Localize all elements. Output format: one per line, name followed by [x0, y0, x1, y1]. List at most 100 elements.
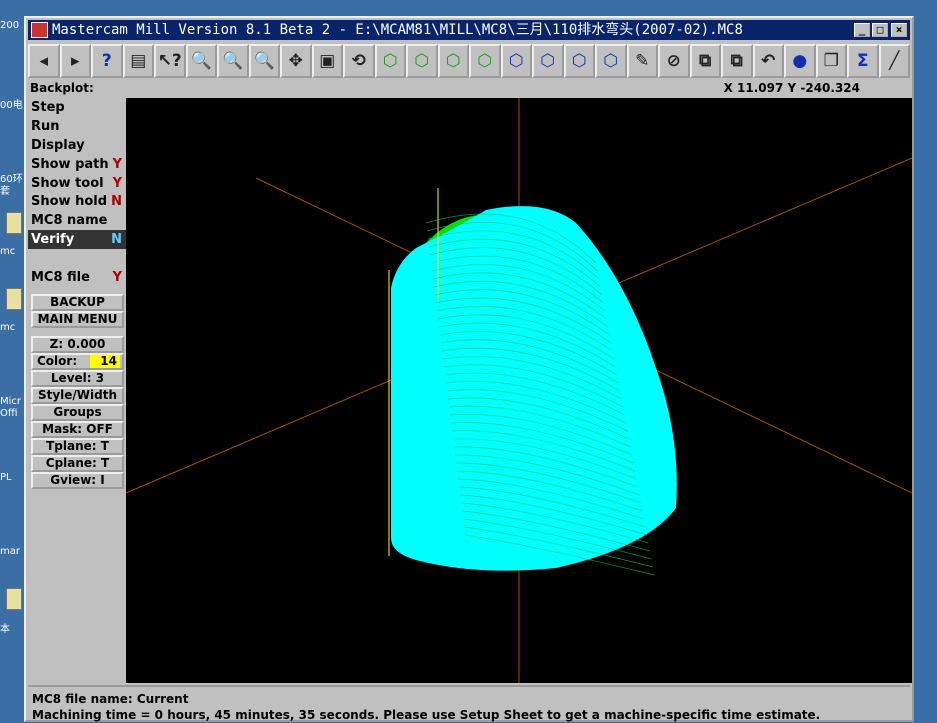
unzoom-icon: 🔍: [253, 51, 275, 71]
main-menu-button[interactable]: MAIN MENU: [31, 310, 124, 328]
sigma-button[interactable]: Σ: [847, 44, 879, 78]
menu-item-value: N: [111, 232, 122, 248]
color-label: Color:: [37, 353, 78, 368]
zoom-window-button[interactable]: 🔍: [185, 44, 217, 78]
cube-blue-1-button[interactable]: ⬡: [500, 44, 532, 78]
no-delete-button[interactable]: ⊘: [658, 44, 690, 78]
unzoom-button[interactable]: 🔍: [248, 44, 280, 78]
desktop: 200 00电 60环 套 mc mc Micr Offi PL mar 本: [0, 0, 25, 722]
cube-blue-4-button[interactable]: ⬡: [595, 44, 627, 78]
analyze-button[interactable]: ↖?: [154, 44, 186, 78]
arrow-right-button[interactable]: ▸: [59, 44, 91, 78]
line-icon: ╱: [889, 51, 900, 71]
style-width-button[interactable]: Style/Width: [31, 386, 124, 404]
close-button[interactable]: ×: [891, 23, 907, 37]
cube-front-icon: ⬡: [414, 51, 430, 71]
backplot-canvas: [125, 98, 913, 683]
desktop-label: 200: [0, 20, 20, 31]
cplane-button[interactable]: Cplane: T: [31, 454, 124, 472]
transform-button[interactable]: ⧉: [689, 44, 721, 78]
graphics-viewport[interactable]: [125, 98, 913, 683]
cube-blue-2-button[interactable]: ⬡: [532, 44, 564, 78]
cursor-coordinates: X 11.097 Y -240.324: [723, 81, 860, 95]
backup-button[interactable]: BACKUP: [31, 293, 124, 311]
shade-sphere-button[interactable]: ●: [784, 44, 816, 78]
transform-multi-button[interactable]: ⧉: [721, 44, 753, 78]
menu-item-blank: [28, 249, 126, 268]
help-button[interactable]: ?: [91, 44, 123, 78]
cube-front-button[interactable]: ⬡: [406, 44, 438, 78]
cube-blue-4-icon: ⬡: [603, 51, 619, 71]
mask-button[interactable]: Mask: OFF: [31, 420, 124, 438]
menu-item-run[interactable]: Run: [28, 117, 126, 136]
menu-item-label: Verify: [31, 232, 75, 248]
pan-button[interactable]: ✥: [280, 44, 312, 78]
menu-item-show-tool[interactable]: Show tool Y: [28, 174, 126, 193]
cube-blue-3-icon: ⬡: [571, 51, 587, 71]
group-button[interactable]: ❐: [815, 44, 847, 78]
z-depth-button[interactable]: Z: 0.000: [31, 335, 124, 353]
zoom-fit-button[interactable]: 🔍: [217, 44, 249, 78]
app-icon[interactable]: [31, 22, 48, 38]
rotate-view-icon: ⟲: [351, 51, 366, 71]
desktop-label: Offi: [0, 408, 18, 419]
menu-item-show-hold[interactable]: Show hold N: [28, 192, 126, 211]
select-screen-button[interactable]: ▣: [311, 44, 343, 78]
menu-item-label: Show tool: [31, 175, 104, 191]
menu-item-label: Show path: [31, 156, 109, 172]
zoom-window-icon: 🔍: [190, 51, 212, 71]
menu-item-label: Display: [31, 137, 85, 153]
desktop-file-icon[interactable]: [6, 212, 22, 234]
file-cabinet-button[interactable]: ▤: [122, 44, 154, 78]
menu-item-step[interactable]: Step: [28, 98, 126, 117]
zoom-fit-icon: 🔍: [222, 51, 244, 71]
gview-button[interactable]: Gview: I: [31, 471, 124, 489]
line-button[interactable]: ╱: [878, 44, 910, 78]
analyze-icon: ↖?: [157, 51, 182, 71]
desktop-file-icon[interactable]: [6, 588, 22, 610]
desktop-label: 本: [0, 624, 10, 635]
status-machining-time: Machining time = 0 hours, 45 minutes, 35…: [32, 708, 821, 722]
menu-item-value: Y: [112, 156, 122, 172]
arrow-right-icon: ▸: [70, 51, 80, 71]
desktop-label: mc: [0, 246, 16, 257]
toolbar: ◂ ▸? ▤ ↖? 🔍 🔍 🔍 ✥ ▣ ⟲ ⬡ ⬡ ⬡ ⬡ ⬡ ⬡ ⬡ ⬡ ✎ ⊘ ⧉ ⧉ ↶ ● ❐ Σ ╱: [28, 44, 910, 80]
tplane-button[interactable]: Tplane: T: [31, 437, 124, 455]
desktop-label: 套: [0, 186, 10, 197]
color-button[interactable]: Color: 14: [31, 352, 124, 370]
menu-item-mc8-name[interactable]: MC8 name: [28, 211, 126, 230]
desktop-file-icon[interactable]: [6, 288, 22, 310]
cube-top-icon: ⬡: [382, 51, 398, 71]
cube-top-button[interactable]: ⬡: [374, 44, 406, 78]
cube-iso-button[interactable]: ⬡: [469, 44, 501, 78]
group-icon: ❐: [823, 51, 839, 71]
desktop-label: 00电: [0, 100, 23, 111]
minimize-button[interactable]: _: [854, 23, 870, 37]
select-screen-icon: ▣: [319, 51, 336, 71]
rotate-view-button[interactable]: ⟲: [343, 44, 375, 78]
menu-item-display[interactable]: Display: [28, 136, 126, 155]
cube-blue-3-button[interactable]: ⬡: [563, 44, 595, 78]
groups-button[interactable]: Groups: [31, 403, 124, 421]
pencil-button[interactable]: ✎: [626, 44, 658, 78]
help-icon: ?: [101, 51, 112, 71]
file-cabinet-icon: ▤: [130, 51, 147, 71]
shade-sphere-icon: ●: [792, 51, 808, 71]
cube-side-button[interactable]: ⬡: [437, 44, 469, 78]
maximize-button[interactable]: □: [872, 23, 888, 37]
menu-item-label: MC8 name: [31, 213, 108, 229]
transform-icon: ⧉: [699, 51, 712, 71]
level-button[interactable]: Level: 3: [31, 369, 124, 387]
menu-item-mc8-file[interactable]: MC8 file Y: [28, 268, 126, 287]
backplot-label: Backplot:: [30, 81, 94, 95]
undo-button[interactable]: ↶: [752, 44, 784, 78]
title-bar[interactable]: Mastercam Mill Version 8.1 Beta 2 - E:\M…: [28, 20, 910, 40]
no-delete-icon: ⊘: [666, 51, 681, 71]
menu-item-verify[interactable]: Verify N: [28, 230, 126, 250]
menu-item-value: Y: [112, 175, 122, 191]
arrow-left-button[interactable]: ◂: [28, 44, 60, 78]
sigma-icon: Σ: [856, 51, 869, 71]
desktop-label: PL: [0, 472, 12, 483]
pan-icon: ✥: [288, 51, 303, 71]
menu-item-show-path[interactable]: Show path Y: [28, 155, 126, 174]
